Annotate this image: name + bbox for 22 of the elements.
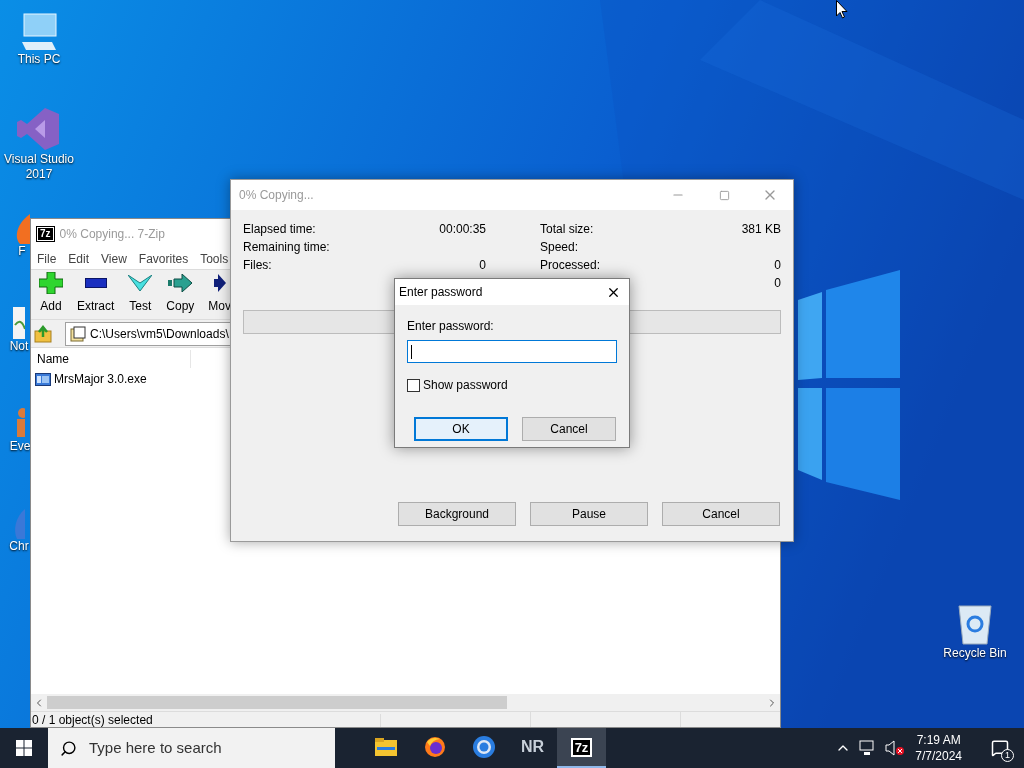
search-placeholder: Type here to search [89,737,222,758]
stat-value: 0 [774,275,781,292]
window-title: 0% Copying... 7-Zip [59,226,165,243]
window-title: 0% Copying... [238,187,315,204]
app-logo: 7z [570,737,593,757]
notification-badge: 1 [1001,749,1014,762]
address-text: C:\Users\vm5\Downloads\ [90,325,229,343]
app-label: NR [520,737,545,757]
stat-label: Speed: [540,239,579,256]
app-logo: 7z [37,227,54,241]
stat-label: Elapsed time: [243,221,316,238]
stat-value: 0 [774,257,781,274]
stat-value: 381 KB [741,221,781,238]
stat-value: 0 [479,257,486,274]
stat-label: Files: [243,257,272,274]
dialog-title: Enter password [398,284,484,301]
field-label: Enter password: [407,318,495,335]
stat-value: 00:00:35 [439,221,486,238]
status-text: 0 / 1 object(s) selected [31,714,381,727]
stat-label: Remaining time: [243,239,330,256]
stat-label: Total size: [540,221,594,238]
stat-label: Processed: [540,257,601,274]
